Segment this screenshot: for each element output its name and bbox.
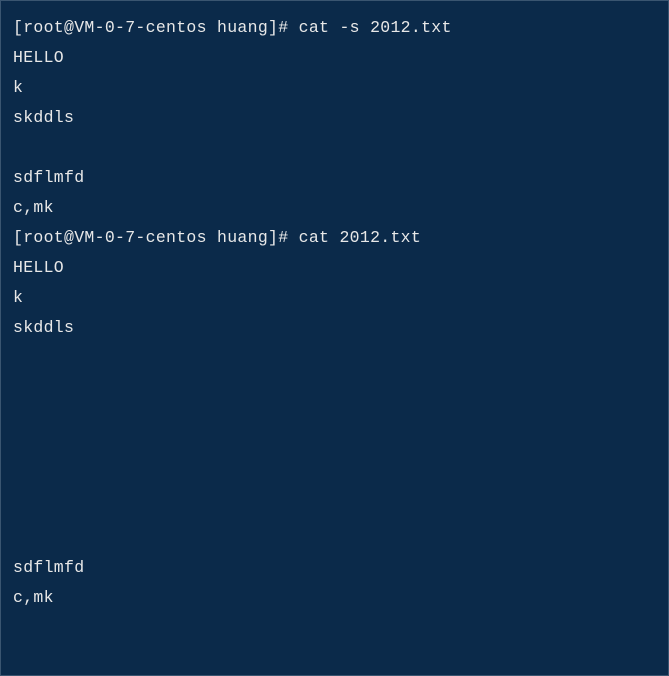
command-text: cat -s 2012.txt: [299, 18, 452, 37]
output-line: sdflmfd: [13, 553, 656, 583]
output-line: [13, 133, 656, 163]
prompt-line: [root@VM-0-7-centos huang]# cat -s 2012.…: [13, 13, 656, 43]
output-line: c,mk: [13, 193, 656, 223]
output-line: skddls: [13, 313, 656, 343]
prompt-line: [root@VM-0-7-centos huang]# cat 2012.txt: [13, 223, 656, 253]
output-line: [13, 343, 656, 373]
output-line: [13, 433, 656, 463]
shell-prompt: [root@VM-0-7-centos huang]#: [13, 228, 299, 247]
output-line: c,mk: [13, 583, 656, 613]
output-line: k: [13, 283, 656, 313]
output-line: [13, 523, 656, 553]
output-line: skddls: [13, 103, 656, 133]
output-line: sdflmfd: [13, 163, 656, 193]
output-line: HELLO: [13, 253, 656, 283]
shell-prompt: [root@VM-0-7-centos huang]#: [13, 18, 299, 37]
output-line: [13, 463, 656, 493]
output-line: k: [13, 73, 656, 103]
output-line: [13, 403, 656, 433]
output-line: HELLO: [13, 43, 656, 73]
output-line: [13, 373, 656, 403]
command-text: cat 2012.txt: [299, 228, 421, 247]
terminal-window[interactable]: [root@VM-0-7-centos huang]# cat -s 2012.…: [13, 13, 656, 613]
output-line: [13, 493, 656, 523]
